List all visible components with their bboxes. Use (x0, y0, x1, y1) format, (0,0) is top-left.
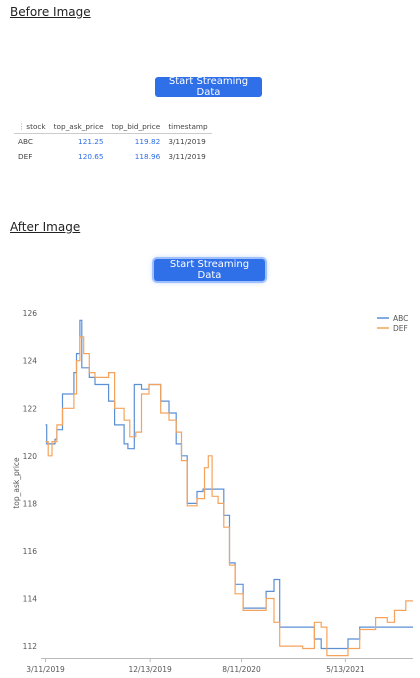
after-image-heading: After Image (10, 220, 81, 234)
cell-stock: DEF (18, 152, 33, 161)
y-tick-label: 126 (23, 309, 38, 318)
x-tick-label: 5/13/2021 (326, 665, 365, 674)
table-header-row: ⋮stock top_ask_price top_bid_price times… (14, 120, 212, 134)
stock-table: ⋮stock top_ask_price top_bid_price times… (14, 120, 212, 164)
y-tick-label: 112 (23, 642, 38, 651)
cell-top-ask-price: 120.65 (78, 152, 104, 161)
y-tick-label: 116 (23, 547, 38, 556)
table-row: ABC 121.25 119.82 3/11/2019 (14, 134, 212, 150)
y-tick-label: 122 (23, 404, 38, 413)
cell-timestamp: 3/11/2019 (168, 137, 206, 146)
table-row: DEF 120.65 118.96 3/11/2019 (14, 149, 212, 164)
y-tick-label: 124 (23, 357, 38, 366)
start-streaming-button[interactable]: Start Streaming Data (155, 76, 262, 98)
cell-top-ask-price: 121.25 (78, 137, 104, 146)
x-tick-label: 3/11/2019 (26, 665, 65, 674)
cell-timestamp: 3/11/2019 (168, 152, 206, 161)
legend-label-abc: ABC (393, 314, 408, 323)
column-header-top-ask-price[interactable]: top_ask_price (49, 120, 108, 134)
cell-stock: ABC (18, 137, 33, 146)
start-streaming-button-active[interactable]: Start Streaming Data (154, 259, 265, 281)
column-header-stock[interactable]: ⋮stock (14, 120, 50, 134)
y-axis-label: top_ask_price (12, 457, 21, 509)
column-header-top-bid-price[interactable]: top_bid_price (107, 120, 165, 134)
chart-legend: ABCDEF (377, 314, 408, 333)
column-header-timestamp[interactable]: timestamp (164, 120, 212, 134)
cell-top-bid-price: 118.96 (134, 152, 161, 161)
x-tick-label: 8/11/2020 (222, 665, 261, 674)
price-chart: 112 114 116 118 120 122 124 126 3/11/2019 12/13/2… (12, 309, 413, 674)
y-tick-label: 114 (23, 595, 38, 604)
before-image-heading: Before Image (10, 5, 91, 19)
legend-label-def: DEF (393, 324, 408, 333)
series-line-abc (45, 319, 413, 650)
x-tick-label: 12/13/2019 (129, 665, 172, 674)
drag-handle-icon[interactable]: ⋮ (18, 122, 25, 131)
cell-top-bid-price: 119.82 (134, 137, 161, 146)
y-tick-label: 120 (23, 452, 38, 461)
chart-series (45, 319, 413, 657)
y-tick-label: 118 (23, 499, 38, 508)
